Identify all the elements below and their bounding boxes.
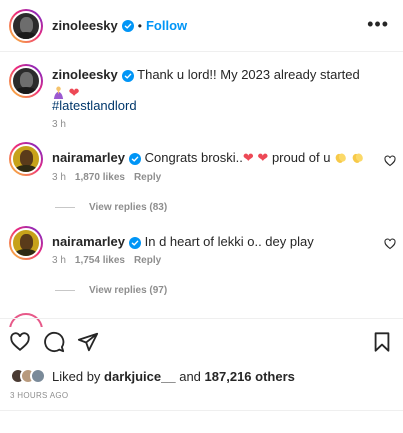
- verified-badge-icon: [129, 236, 141, 249]
- caption-meta: 3 h: [52, 119, 66, 130]
- comment-like-heart-icon[interactable]: [384, 155, 396, 167]
- replies-divider: [55, 207, 75, 208]
- caption-username[interactable]: zinoleesky: [52, 67, 118, 82]
- comment-icon[interactable]: [43, 331, 65, 353]
- comment-meta: 3 h 1,754 likes Reply: [52, 255, 161, 266]
- bookmark-icon[interactable]: [371, 331, 393, 353]
- author-username[interactable]: zinoleesky: [52, 18, 118, 33]
- likes-connector: and: [179, 368, 201, 384]
- commenter-username[interactable]: nairamarley: [52, 150, 125, 165]
- replies-divider: [55, 290, 75, 291]
- comment-text-end: proud of u: [268, 150, 331, 165]
- liker-avatar: [30, 368, 46, 384]
- clapping-hands-emoji: [352, 153, 363, 163]
- commenter-avatar[interactable]: [9, 142, 43, 176]
- comment-item: nairamarley In d heart of lekki o.. dey …: [0, 222, 403, 302]
- likes-count[interactable]: 187,216 others: [205, 369, 295, 384]
- commenter-username[interactable]: nairamarley: [52, 234, 125, 249]
- comment-time: 3 h: [52, 172, 66, 183]
- comment-text-start: Congrats broski..: [144, 150, 243, 165]
- view-replies-button[interactable]: View replies (83): [55, 202, 167, 213]
- share-icon[interactable]: [77, 331, 99, 353]
- caption-text-row: zinoleesky Thank u lord!! My 2023 alread…: [52, 66, 373, 102]
- caption-time: 3 h: [52, 119, 66, 130]
- verified-badge-icon: [129, 152, 141, 165]
- view-replies-label[interactable]: View replies (97): [89, 285, 167, 296]
- follow-button[interactable]: Follow: [146, 18, 187, 33]
- red-heart-emoji: ❤: [257, 150, 269, 165]
- more-options-icon[interactable]: •••: [367, 15, 389, 33]
- caption-hashtag[interactable]: #latestlandlord: [52, 98, 137, 113]
- liker-username[interactable]: darkjuice__: [104, 369, 176, 384]
- verified-badge-icon: [121, 69, 134, 82]
- comment-likes[interactable]: 1,870 likes: [75, 172, 125, 183]
- author-name-row: zinoleesky • Follow: [52, 18, 187, 33]
- reply-button[interactable]: Reply: [134, 255, 161, 266]
- reply-button[interactable]: Reply: [134, 172, 161, 183]
- author-avatar[interactable]: [9, 9, 43, 43]
- post-timestamp: 3 HOURS AGO: [10, 391, 69, 400]
- likes-text[interactable]: Liked by darkjuice__ and 187,216 others: [52, 369, 295, 384]
- comment-text-row: nairamarley Congrats broski..❤ ❤ proud o…: [52, 149, 373, 167]
- liker-avatars: [10, 368, 46, 384]
- likes-prefix: Liked by: [52, 368, 101, 384]
- add-comment-area[interactable]: [0, 410, 403, 433]
- separator-dot: •: [137, 18, 142, 33]
- view-replies-button[interactable]: View replies (97): [55, 285, 167, 296]
- comment-like-heart-icon[interactable]: [384, 238, 396, 250]
- verified-badge-icon: [121, 19, 134, 32]
- post-action-bar: [0, 318, 403, 364]
- post-header: zinoleesky • Follow •••: [0, 0, 403, 52]
- caption-avatar[interactable]: [9, 64, 43, 98]
- caption: zinoleesky Thank u lord!! My 2023 alread…: [0, 56, 403, 132]
- clapping-hands-emoji: [335, 153, 346, 163]
- comment-item: nairamarley Congrats broski..❤ ❤ proud o…: [0, 140, 403, 220]
- caption-text: Thank u lord!! My 2023 already started: [137, 67, 360, 82]
- comment-text-row: nairamarley In d heart of lekki o.. dey …: [52, 233, 373, 251]
- commenter-avatar[interactable]: [9, 226, 43, 260]
- red-heart-emoji: ❤: [242, 150, 254, 165]
- likes-summary: Liked by darkjuice__ and 187,216 others: [10, 366, 295, 386]
- comment-likes[interactable]: 1,754 likes: [75, 255, 125, 266]
- view-replies-label[interactable]: View replies (83): [89, 202, 167, 213]
- heart-icon[interactable]: [9, 331, 31, 353]
- comment-text: In d heart of lekki o.. dey play: [144, 234, 314, 249]
- comment-meta: 3 h 1,870 likes Reply: [52, 172, 161, 183]
- comment-time: 3 h: [52, 255, 66, 266]
